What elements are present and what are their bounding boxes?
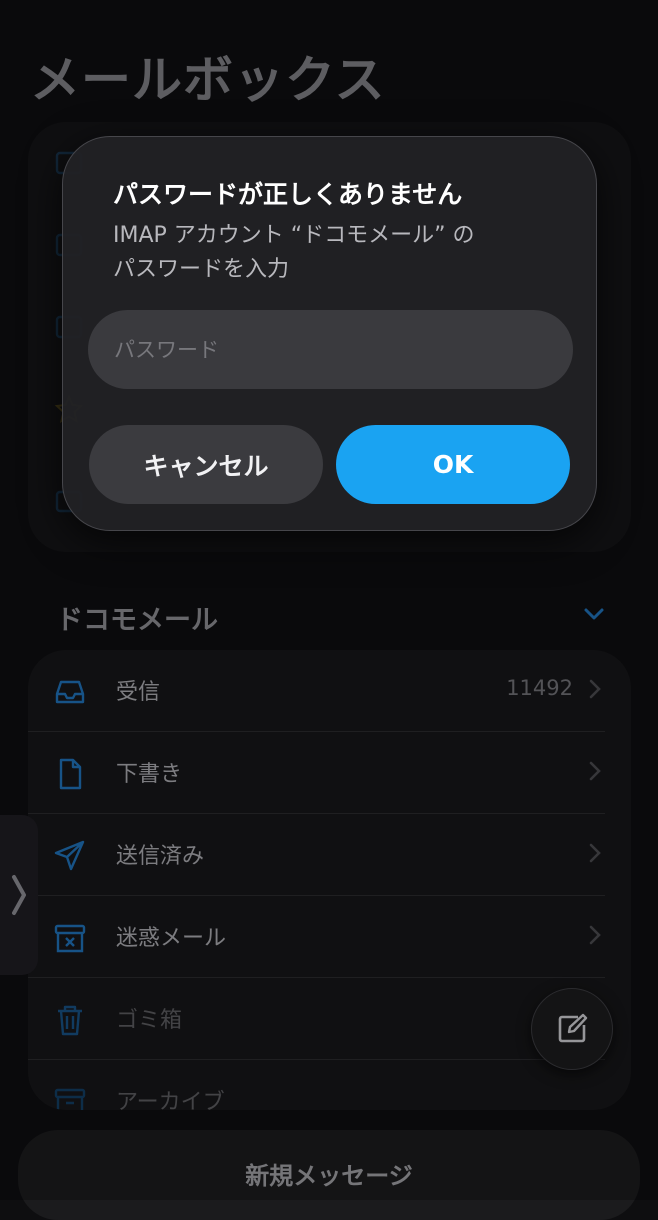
dialog-message: IMAP アカウント “ドコモメール” の パスワードを入力 bbox=[113, 223, 475, 282]
password-alert-dialog: パスワードが正しくありません IMAP アカウント “ドコモメール” の パスワ… bbox=[62, 136, 597, 531]
ok-button[interactable]: OK bbox=[336, 425, 570, 504]
dialog-title: パスワードが正しくありません bbox=[113, 180, 463, 209]
cancel-button[interactable]: キャンセル bbox=[89, 425, 323, 504]
password-input[interactable] bbox=[88, 310, 573, 389]
